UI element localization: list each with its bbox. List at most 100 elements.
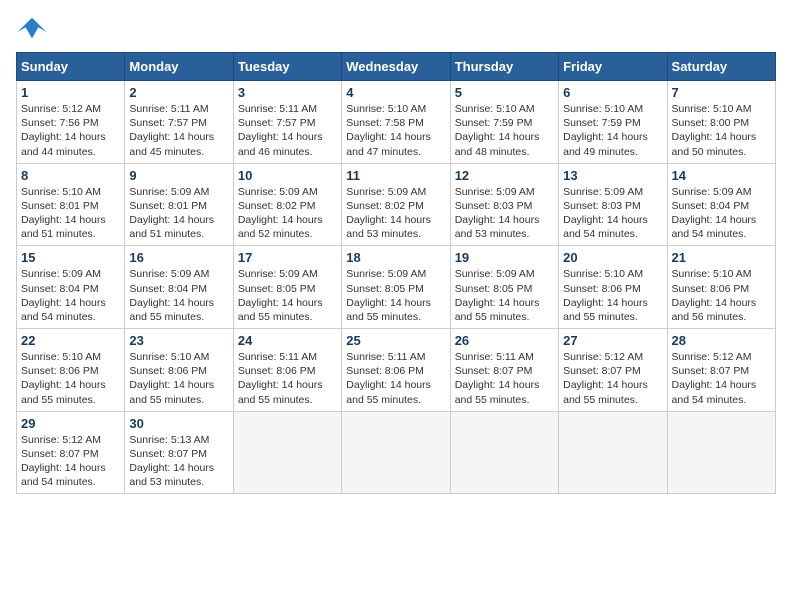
day-cell-27: 27 Sunrise: 5:12 AMSunset: 8:07 PMDaylig… (559, 329, 667, 412)
day-header-monday: Monday (125, 53, 233, 81)
day-number: 25 (346, 333, 445, 348)
day-number: 23 (129, 333, 228, 348)
day-cell-3: 3 Sunrise: 5:11 AMSunset: 7:57 PMDayligh… (233, 81, 341, 164)
day-cell-14: 14 Sunrise: 5:09 AMSunset: 8:04 PMDaylig… (667, 163, 775, 246)
day-info: Sunrise: 5:09 AMSunset: 8:04 PMDaylight:… (672, 185, 771, 242)
day-cell-2: 2 Sunrise: 5:11 AMSunset: 7:57 PMDayligh… (125, 81, 233, 164)
day-number: 19 (455, 250, 554, 265)
day-cell-11: 11 Sunrise: 5:09 AMSunset: 8:02 PMDaylig… (342, 163, 450, 246)
day-cell-13: 13 Sunrise: 5:09 AMSunset: 8:03 PMDaylig… (559, 163, 667, 246)
day-cell-28: 28 Sunrise: 5:12 AMSunset: 8:07 PMDaylig… (667, 329, 775, 412)
day-cell-19: 19 Sunrise: 5:09 AMSunset: 8:05 PMDaylig… (450, 246, 558, 329)
day-number: 6 (563, 85, 662, 100)
day-number: 14 (672, 168, 771, 183)
day-info: Sunrise: 5:11 AMSunset: 8:07 PMDaylight:… (455, 350, 554, 407)
day-info: Sunrise: 5:09 AMSunset: 8:05 PMDaylight:… (346, 267, 445, 324)
day-number: 5 (455, 85, 554, 100)
calendar-week-4: 22 Sunrise: 5:10 AMSunset: 8:06 PMDaylig… (17, 329, 776, 412)
day-number: 24 (238, 333, 337, 348)
day-number: 12 (455, 168, 554, 183)
day-info: Sunrise: 5:10 AMSunset: 8:00 PMDaylight:… (672, 102, 771, 159)
day-cell-23: 23 Sunrise: 5:10 AMSunset: 8:06 PMDaylig… (125, 329, 233, 412)
day-info: Sunrise: 5:09 AMSunset: 8:04 PMDaylight:… (129, 267, 228, 324)
day-info: Sunrise: 5:12 AMSunset: 8:07 PMDaylight:… (563, 350, 662, 407)
day-number: 15 (21, 250, 120, 265)
day-info: Sunrise: 5:11 AMSunset: 7:57 PMDaylight:… (129, 102, 228, 159)
day-number: 2 (129, 85, 228, 100)
empty-cell (342, 411, 450, 494)
day-number: 10 (238, 168, 337, 183)
day-cell-18: 18 Sunrise: 5:09 AMSunset: 8:05 PMDaylig… (342, 246, 450, 329)
day-info: Sunrise: 5:13 AMSunset: 8:07 PMDaylight:… (129, 433, 228, 490)
day-cell-22: 22 Sunrise: 5:10 AMSunset: 8:06 PMDaylig… (17, 329, 125, 412)
day-number: 4 (346, 85, 445, 100)
day-cell-16: 16 Sunrise: 5:09 AMSunset: 8:04 PMDaylig… (125, 246, 233, 329)
day-number: 16 (129, 250, 228, 265)
day-info: Sunrise: 5:09 AMSunset: 8:03 PMDaylight:… (455, 185, 554, 242)
day-cell-20: 20 Sunrise: 5:10 AMSunset: 8:06 PMDaylig… (559, 246, 667, 329)
day-info: Sunrise: 5:09 AMSunset: 8:05 PMDaylight:… (455, 267, 554, 324)
day-info: Sunrise: 5:09 AMSunset: 8:04 PMDaylight:… (21, 267, 120, 324)
day-number: 7 (672, 85, 771, 100)
empty-cell (559, 411, 667, 494)
day-cell-15: 15 Sunrise: 5:09 AMSunset: 8:04 PMDaylig… (17, 246, 125, 329)
day-number: 22 (21, 333, 120, 348)
day-header-wednesday: Wednesday (342, 53, 450, 81)
day-cell-5: 5 Sunrise: 5:10 AMSunset: 7:59 PMDayligh… (450, 81, 558, 164)
day-info: Sunrise: 5:09 AMSunset: 8:02 PMDaylight:… (346, 185, 445, 242)
day-info: Sunrise: 5:10 AMSunset: 8:06 PMDaylight:… (21, 350, 120, 407)
day-info: Sunrise: 5:12 AMSunset: 8:07 PMDaylight:… (21, 433, 120, 490)
day-info: Sunrise: 5:12 AMSunset: 8:07 PMDaylight:… (672, 350, 771, 407)
day-cell-30: 30 Sunrise: 5:13 AMSunset: 8:07 PMDaylig… (125, 411, 233, 494)
empty-cell (233, 411, 341, 494)
day-info: Sunrise: 5:09 AMSunset: 8:01 PMDaylight:… (129, 185, 228, 242)
day-cell-8: 8 Sunrise: 5:10 AMSunset: 8:01 PMDayligh… (17, 163, 125, 246)
day-header-friday: Friday (559, 53, 667, 81)
day-info: Sunrise: 5:10 AMSunset: 8:06 PMDaylight:… (672, 267, 771, 324)
calendar-week-5: 29 Sunrise: 5:12 AMSunset: 8:07 PMDaylig… (17, 411, 776, 494)
day-header-sunday: Sunday (17, 53, 125, 81)
day-info: Sunrise: 5:11 AMSunset: 8:06 PMDaylight:… (346, 350, 445, 407)
day-cell-1: 1 Sunrise: 5:12 AMSunset: 7:56 PMDayligh… (17, 81, 125, 164)
day-info: Sunrise: 5:11 AMSunset: 8:06 PMDaylight:… (238, 350, 337, 407)
day-header-tuesday: Tuesday (233, 53, 341, 81)
day-cell-26: 26 Sunrise: 5:11 AMSunset: 8:07 PMDaylig… (450, 329, 558, 412)
day-info: Sunrise: 5:11 AMSunset: 7:57 PMDaylight:… (238, 102, 337, 159)
day-number: 29 (21, 416, 120, 431)
logo (16, 16, 52, 44)
day-number: 20 (563, 250, 662, 265)
day-cell-17: 17 Sunrise: 5:09 AMSunset: 8:05 PMDaylig… (233, 246, 341, 329)
page-header (16, 16, 776, 44)
calendar-header-row: SundayMondayTuesdayWednesdayThursdayFrid… (17, 53, 776, 81)
day-cell-10: 10 Sunrise: 5:09 AMSunset: 8:02 PMDaylig… (233, 163, 341, 246)
day-info: Sunrise: 5:12 AMSunset: 7:56 PMDaylight:… (21, 102, 120, 159)
day-info: Sunrise: 5:09 AMSunset: 8:05 PMDaylight:… (238, 267, 337, 324)
day-number: 17 (238, 250, 337, 265)
day-number: 18 (346, 250, 445, 265)
empty-cell (667, 411, 775, 494)
day-cell-9: 9 Sunrise: 5:09 AMSunset: 8:01 PMDayligh… (125, 163, 233, 246)
day-info: Sunrise: 5:09 AMSunset: 8:02 PMDaylight:… (238, 185, 337, 242)
day-number: 1 (21, 85, 120, 100)
day-info: Sunrise: 5:10 AMSunset: 8:06 PMDaylight:… (563, 267, 662, 324)
day-number: 8 (21, 168, 120, 183)
calendar-table: SundayMondayTuesdayWednesdayThursdayFrid… (16, 52, 776, 494)
calendar-week-1: 1 Sunrise: 5:12 AMSunset: 7:56 PMDayligh… (17, 81, 776, 164)
day-info: Sunrise: 5:10 AMSunset: 8:01 PMDaylight:… (21, 185, 120, 242)
day-cell-29: 29 Sunrise: 5:12 AMSunset: 8:07 PMDaylig… (17, 411, 125, 494)
day-number: 3 (238, 85, 337, 100)
day-cell-21: 21 Sunrise: 5:10 AMSunset: 8:06 PMDaylig… (667, 246, 775, 329)
empty-cell (450, 411, 558, 494)
day-info: Sunrise: 5:10 AMSunset: 7:59 PMDaylight:… (563, 102, 662, 159)
day-number: 9 (129, 168, 228, 183)
day-cell-12: 12 Sunrise: 5:09 AMSunset: 8:03 PMDaylig… (450, 163, 558, 246)
day-number: 11 (346, 168, 445, 183)
day-cell-7: 7 Sunrise: 5:10 AMSunset: 8:00 PMDayligh… (667, 81, 775, 164)
day-info: Sunrise: 5:10 AMSunset: 7:58 PMDaylight:… (346, 102, 445, 159)
day-cell-25: 25 Sunrise: 5:11 AMSunset: 8:06 PMDaylig… (342, 329, 450, 412)
day-header-thursday: Thursday (450, 53, 558, 81)
day-info: Sunrise: 5:09 AMSunset: 8:03 PMDaylight:… (563, 185, 662, 242)
day-number: 26 (455, 333, 554, 348)
day-info: Sunrise: 5:10 AMSunset: 7:59 PMDaylight:… (455, 102, 554, 159)
day-cell-24: 24 Sunrise: 5:11 AMSunset: 8:06 PMDaylig… (233, 329, 341, 412)
